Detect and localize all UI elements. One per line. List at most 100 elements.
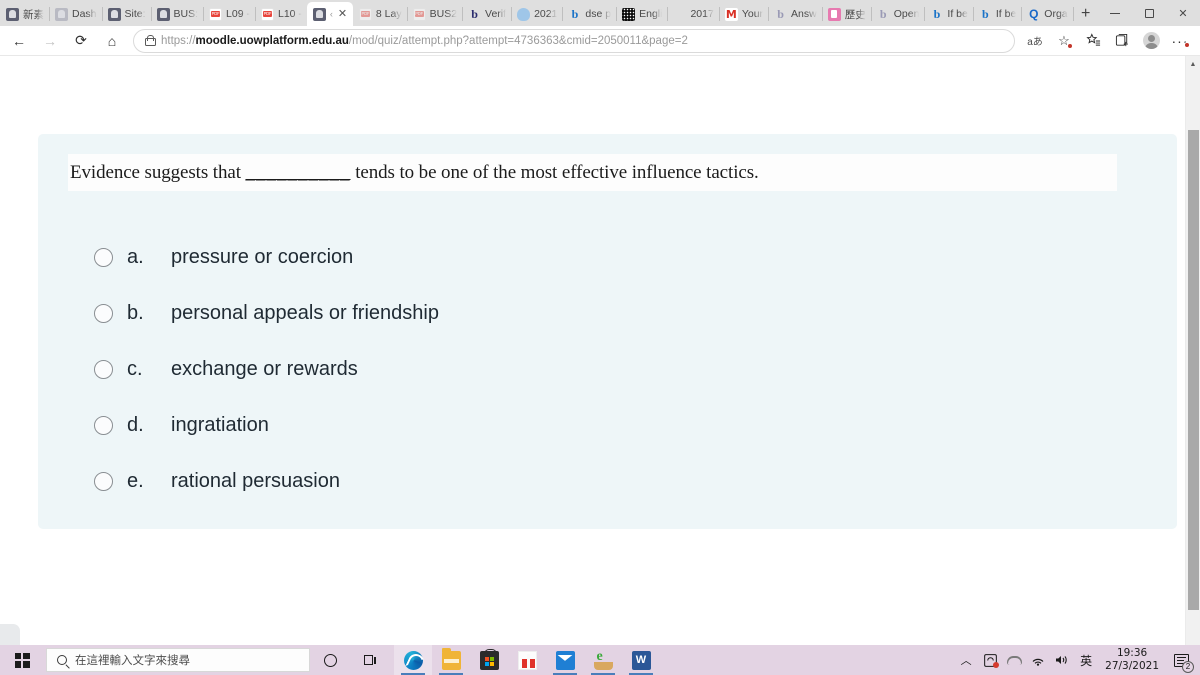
tray-app-icon[interactable] [978, 645, 1002, 675]
qr-icon [622, 7, 636, 21]
browser-tab[interactable]: BUS: [151, 2, 205, 26]
ime-language-indicator[interactable]: 英 [1074, 645, 1098, 675]
tab-label: 2017 [690, 8, 714, 20]
answer-text: ingratiation [171, 413, 269, 436]
windows-taskbar: 在這裡輸入文字來搜尋 ︿ [0, 645, 1200, 675]
browser-tab[interactable]: Engli [616, 2, 669, 26]
volume-svg [1056, 656, 1067, 664]
pdf-icon [209, 7, 223, 21]
question-text: Evidence suggests that __________ tends … [70, 161, 759, 183]
browser-tab[interactable]: Q Orga [1021, 2, 1074, 26]
maximize-button[interactable] [1132, 0, 1166, 26]
read-aloud-icon[interactable]: aあ [1021, 28, 1049, 54]
radio-button[interactable] [94, 415, 113, 435]
favorites-icon[interactable] [1079, 28, 1107, 54]
browser-tab[interactable]: b Answ [768, 2, 823, 26]
address-bar[interactable]: https://moodle.uowplatform.edu.au/mod/qu… [133, 28, 1015, 53]
start-button[interactable] [0, 645, 44, 675]
taskbar-app[interactable] [584, 645, 622, 675]
page-viewport: Evidence suggests that __________ tends … [0, 56, 1200, 645]
back-button[interactable]: ← [4, 28, 34, 54]
b-blue-icon: b [571, 6, 579, 21]
tab-label: Dash [72, 8, 97, 20]
blank-icon [673, 8, 686, 21]
tab-label: L09 - [226, 8, 250, 20]
minimize-button[interactable] [1098, 0, 1132, 26]
moodle-icon [312, 7, 326, 21]
taskbar-app[interactable] [432, 645, 470, 675]
cortana-icon [323, 653, 337, 667]
volume-icon[interactable] [1050, 645, 1074, 675]
page-scrollbar[interactable]: ▲ [1185, 56, 1200, 645]
answer-text: exchange or rewards [171, 357, 358, 380]
onedrive-icon[interactable] [1002, 645, 1026, 675]
collections-icon[interactable] [1108, 28, 1136, 54]
forward-button[interactable]: → [35, 28, 65, 54]
wifi-icon[interactable] [1026, 645, 1050, 675]
taskbar-search-input[interactable]: 在這裡輸入文字來搜尋 [46, 648, 310, 672]
collections-svg [1115, 33, 1128, 47]
notification-center-button[interactable]: 2 [1166, 645, 1196, 675]
profile-avatar[interactable] [1137, 28, 1165, 54]
browser-tab[interactable]: b Verif [462, 2, 513, 26]
clock[interactable]: 19:36 27/3/2021 [1098, 647, 1166, 673]
taskbar-app[interactable] [508, 645, 546, 675]
browser-tab[interactable]: ‹ ✕ [306, 2, 353, 26]
taskbar-app[interactable] [394, 645, 432, 675]
browser-tab[interactable]: Your [719, 2, 770, 26]
radio-button[interactable] [94, 471, 113, 491]
browser-tab[interactable]: 歷史 [822, 2, 872, 26]
browser-tab[interactable]: L10 - [255, 2, 308, 26]
show-hidden-icons-button[interactable]: ︿ [954, 645, 978, 675]
notification-count-badge: 2 [1182, 661, 1194, 673]
tab-label: If be [995, 8, 1017, 20]
mail-icon [555, 650, 575, 670]
pink-icon [827, 7, 841, 21]
favorite-badge [1067, 42, 1073, 49]
radio-button[interactable] [94, 247, 113, 267]
browser-tab[interactable]: b Open [871, 2, 926, 26]
tab-label: Site: [124, 8, 146, 20]
radio-button[interactable] [94, 359, 113, 379]
close-window-button[interactable]: ✕ [1166, 0, 1200, 26]
taskbar-app[interactable] [470, 645, 508, 675]
answer-letter: c. [127, 357, 143, 380]
browser-tab[interactable]: b dse p [562, 2, 618, 26]
browser-tab[interactable]: b If be [973, 2, 1023, 26]
settings-and-more-button[interactable]: ··· [1166, 28, 1194, 54]
browser-tab[interactable]: 8 Lay [353, 2, 408, 26]
answer-option[interactable]: b. personal appeals or friendship [94, 285, 994, 341]
browser-tab[interactable]: Dash [49, 2, 103, 26]
new-tab-button[interactable]: + [1073, 2, 1099, 26]
cortana-button[interactable] [310, 645, 350, 675]
scrollbar-thumb[interactable] [1188, 130, 1199, 610]
pdf-dim-icon [412, 7, 426, 21]
browser-tab[interactable]: L09 - [203, 2, 256, 26]
tab-label: Your [741, 8, 764, 20]
task-view-button[interactable] [350, 645, 390, 675]
taskbar-app[interactable] [546, 645, 584, 675]
refresh-button[interactable]: ⟳ [66, 28, 96, 54]
answer-option[interactable]: a. pressure or coercion [94, 229, 994, 285]
radio-button[interactable] [94, 303, 113, 323]
tab-close-button[interactable]: ✕ [338, 8, 347, 20]
answer-option[interactable]: c. exchange or rewards [94, 341, 994, 397]
tab-label: BUS2 [429, 8, 458, 20]
tab-label: BUS: [173, 8, 199, 20]
taskbar-app[interactable] [622, 645, 660, 675]
search-icon [57, 655, 67, 665]
b-dim-icon: b [879, 6, 887, 21]
moodle-icon [156, 7, 170, 21]
url-host: moodle.uowplatform.edu.au [195, 34, 349, 47]
browser-tab[interactable]: Site: [102, 2, 152, 26]
browser-tab[interactable]: b If be [924, 2, 974, 26]
scroll-up-arrow[interactable]: ▲ [1186, 56, 1200, 72]
browser-tab[interactable]: 新素 [0, 2, 50, 26]
home-button[interactable]: ⌂ [97, 28, 127, 54]
add-favorite-icon[interactable]: ☆ [1050, 28, 1078, 54]
browser-tab[interactable]: BUS2 [407, 2, 464, 26]
answer-option[interactable]: e. rational persuasion [94, 453, 994, 509]
answer-option[interactable]: d. ingratiation [94, 397, 994, 453]
browser-tab[interactable]: 2021 [511, 2, 564, 26]
browser-tab[interactable]: 2017 [667, 2, 720, 26]
